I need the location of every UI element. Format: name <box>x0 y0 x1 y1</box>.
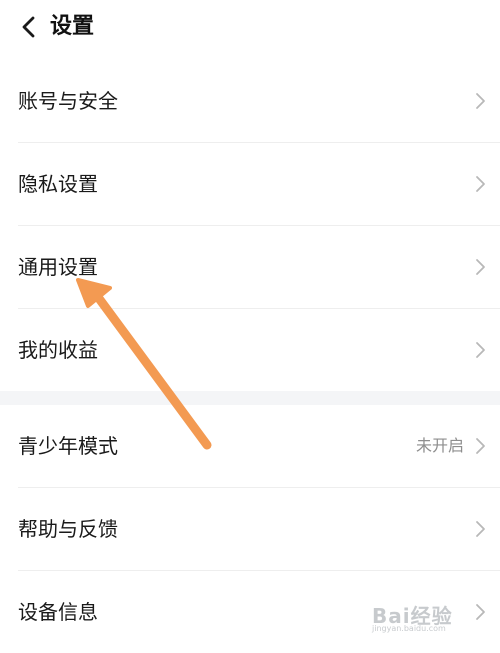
chevron-right-icon <box>476 176 485 192</box>
chevron-left-icon <box>22 16 35 38</box>
top-bar: 设置 <box>0 0 500 56</box>
settings-item-label: 通用设置 <box>18 255 98 279</box>
teen-mode-status: 未开启 <box>415 436 464 455</box>
page-title: 设置 <box>50 14 95 39</box>
chevron-right-icon <box>476 259 485 275</box>
settings-item-general[interactable]: 通用设置 <box>0 226 500 308</box>
settings-item-label: 设备信息 <box>18 600 98 624</box>
chevron-right-icon <box>476 521 485 537</box>
chevron-right-icon <box>476 438 485 454</box>
section-separator <box>0 391 500 405</box>
settings-item-help-feedback[interactable]: 帮助与反馈 <box>0 488 500 570</box>
settings-item-label: 青少年模式 <box>18 434 118 458</box>
settings-item-label: 隐私设置 <box>18 172 98 196</box>
settings-item-earnings[interactable]: 我的收益 <box>0 309 500 391</box>
chevron-right-icon <box>476 93 485 109</box>
settings-item-label: 账号与安全 <box>18 89 118 113</box>
settings-item-account-security[interactable]: 账号与安全 <box>0 60 500 142</box>
settings-item-label: 我的收益 <box>18 338 98 362</box>
settings-item-privacy[interactable]: 隐私设置 <box>0 143 500 225</box>
back-button[interactable] <box>12 10 46 44</box>
watermark-subtext: jingyan.baidu.com <box>372 624 446 633</box>
settings-item-teen-mode[interactable]: 青少年模式 未开启 <box>0 405 500 487</box>
baidu-jingyan-watermark: Bai经验 jingyan.baidu.com <box>366 600 486 636</box>
settings-item-label: 帮助与反馈 <box>18 517 118 541</box>
chevron-right-icon <box>476 342 485 358</box>
